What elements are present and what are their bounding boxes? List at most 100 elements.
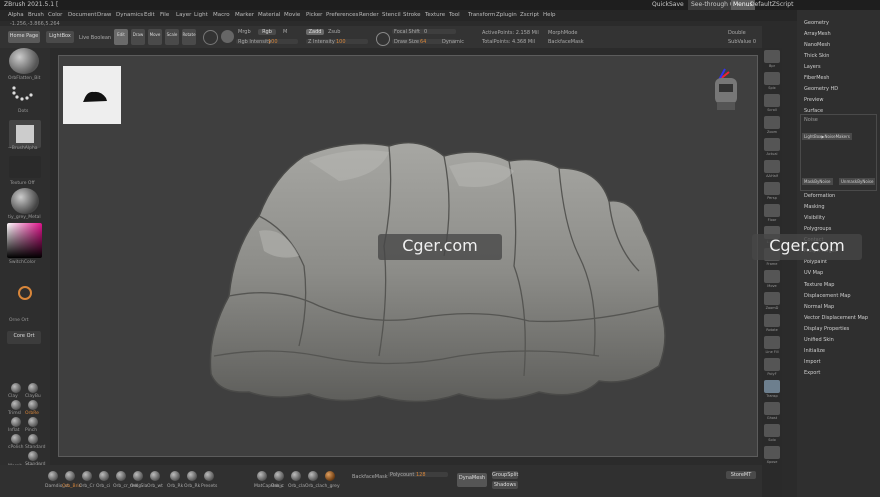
brush-shelf-slot[interactable] [48, 471, 58, 481]
menu-item[interactable]: Light [194, 10, 208, 21]
tool-strip-button[interactable] [764, 336, 780, 349]
palette-item[interactable]: Initialize [804, 348, 825, 354]
menu-item[interactable]: Material [258, 10, 280, 21]
see-through-slider[interactable]: See-through 0 [688, 0, 737, 10]
palette-item[interactable]: NanoMesh [804, 42, 830, 48]
brush-slot[interactable] [28, 417, 38, 427]
palette-item[interactable]: Unified Skin [804, 337, 834, 343]
brush-slot[interactable] [11, 400, 21, 410]
palette-item[interactable]: Thick Skin [804, 53, 829, 59]
menu-item[interactable]: Macro [213, 10, 230, 21]
color-picker[interactable] [7, 223, 42, 258]
brush-shelf-slot[interactable] [204, 471, 214, 481]
brush-slot[interactable] [28, 451, 38, 461]
palette-item[interactable]: Import [804, 359, 821, 365]
rgb-intensity-slider[interactable]: Rgb Intensity 100 [236, 39, 298, 45]
palette-item[interactable]: FiberMesh [804, 75, 829, 81]
palette-item[interactable]: Polygroups [804, 226, 831, 232]
brush-shelf-slot[interactable] [82, 471, 92, 481]
brush-slot[interactable] [11, 383, 21, 393]
material-shelf-slot[interactable] [308, 471, 318, 481]
menu-item[interactable]: Zscript [520, 10, 539, 21]
palette-item[interactable]: Vector Displacement Map [804, 315, 868, 321]
tool-strip-button[interactable] [764, 204, 780, 217]
menu-item[interactable]: Marker [235, 10, 254, 21]
tool-strip-button[interactable] [764, 314, 780, 327]
brush-shelf-slot[interactable] [170, 471, 180, 481]
tool-strip-button[interactable] [764, 182, 780, 195]
material-shelf-slot[interactable] [257, 471, 267, 481]
tool-strip-button[interactable] [764, 116, 780, 129]
brush-settings-icon[interactable] [376, 32, 390, 46]
tool-strip-button[interactable] [764, 50, 780, 63]
brush-shelf-slot[interactable] [133, 471, 143, 481]
scale-button[interactable]: Scale [165, 29, 179, 45]
home-page-button[interactable]: Home Page [8, 31, 40, 43]
switch-color-button[interactable]: SwitchColor [9, 260, 36, 265]
core-ort-button[interactable]: Core Ort [7, 331, 41, 344]
default-zscript-button[interactable]: DefaultZScript [750, 0, 793, 10]
menu-item[interactable]: File [160, 10, 169, 21]
palette-item[interactable]: Preview [804, 97, 823, 103]
edit-button[interactable]: Edit [114, 29, 128, 45]
brush-slot[interactable] [11, 434, 21, 444]
focal-shift-slider[interactable]: Focal Shift 0 [392, 29, 456, 35]
brush-slot[interactable] [28, 383, 38, 393]
tool-strip-button[interactable] [764, 72, 780, 85]
menu-item[interactable]: Stroke [403, 10, 421, 21]
tool-strip-button[interactable] [764, 138, 780, 151]
draw-size-slider[interactable]: Draw Size 64 Dynamic [392, 39, 464, 45]
brush-shelf-slot[interactable] [150, 471, 160, 481]
rotate-button[interactable]: Rotate [182, 29, 196, 45]
tool-strip-button[interactable] [764, 292, 780, 305]
brush-shelf-slot[interactable] [99, 471, 109, 481]
menu-item[interactable]: Help [543, 10, 556, 21]
menu-item[interactable]: Transform [468, 10, 495, 21]
rgb-button[interactable]: Rgb [258, 29, 276, 35]
tool-strip-button[interactable] [764, 160, 780, 173]
zsub-button[interactable]: Zsub [328, 29, 340, 35]
menu-item[interactable]: Draw [97, 10, 111, 21]
z-intensity-slider[interactable]: Z Intensity 100 [306, 39, 368, 45]
backface-mask-button[interactable]: BackfaceMask [548, 39, 584, 45]
menu-item[interactable]: Preferences [326, 10, 358, 21]
lightbox-button[interactable]: LightBox [46, 31, 74, 43]
menu-item[interactable]: Document [68, 10, 97, 21]
brush-shelf-slot[interactable] [116, 471, 126, 481]
stroke-dots-icon[interactable] [10, 84, 38, 106]
palette-item[interactable]: Geometry HD [804, 86, 838, 92]
material-shelf-slot[interactable] [291, 471, 301, 481]
palette-item[interactable]: Layers [804, 64, 821, 70]
tool-strip-button[interactable] [764, 270, 780, 283]
material-shelf-slot[interactable] [325, 471, 335, 481]
brush-shelf-slot[interactable] [187, 471, 197, 481]
menu-item[interactable]: Stencil [382, 10, 401, 21]
polycount-slider[interactable]: Polycount 128 [388, 472, 448, 478]
brush-slot[interactable] [28, 434, 38, 444]
alpha-thumbnail[interactable] [9, 120, 41, 148]
draw-button[interactable]: Draw [131, 29, 145, 45]
zadd-button[interactable]: Zadd [306, 29, 324, 35]
morph-mode-button[interactable]: MorphMode [548, 30, 577, 36]
brush-slot[interactable] [11, 417, 21, 427]
palette-item[interactable]: Deformation [804, 193, 835, 199]
gizmo-icon[interactable] [203, 30, 218, 45]
palette-item[interactable]: Visibility [804, 215, 825, 221]
menu-item[interactable]: Tool [449, 10, 460, 21]
menu-item[interactable]: Edit [144, 10, 155, 21]
dynamesh-button[interactable]: DynaMesh [457, 473, 487, 487]
tool-strip-button[interactable] [764, 94, 780, 107]
shadows-button[interactable]: Shadows [492, 481, 518, 489]
palette-item[interactable]: Displacement Map [804, 293, 851, 299]
menu-item[interactable]: Layer [176, 10, 191, 21]
menu-item[interactable]: Render [359, 10, 379, 21]
menu-item[interactable]: Texture [425, 10, 445, 21]
menu-item[interactable]: Dynamics [116, 10, 143, 21]
subvalue-slider[interactable]: SubValue 0 [728, 39, 756, 45]
orange-ring-icon[interactable] [18, 286, 32, 300]
texture-thumbnail[interactable] [9, 156, 41, 178]
palette-item[interactable]: Export [804, 370, 820, 376]
live-boolean-button[interactable]: Live Boolean [79, 35, 111, 41]
material-thumbnail[interactable] [11, 188, 39, 214]
menu-item[interactable]: Color [48, 10, 62, 21]
